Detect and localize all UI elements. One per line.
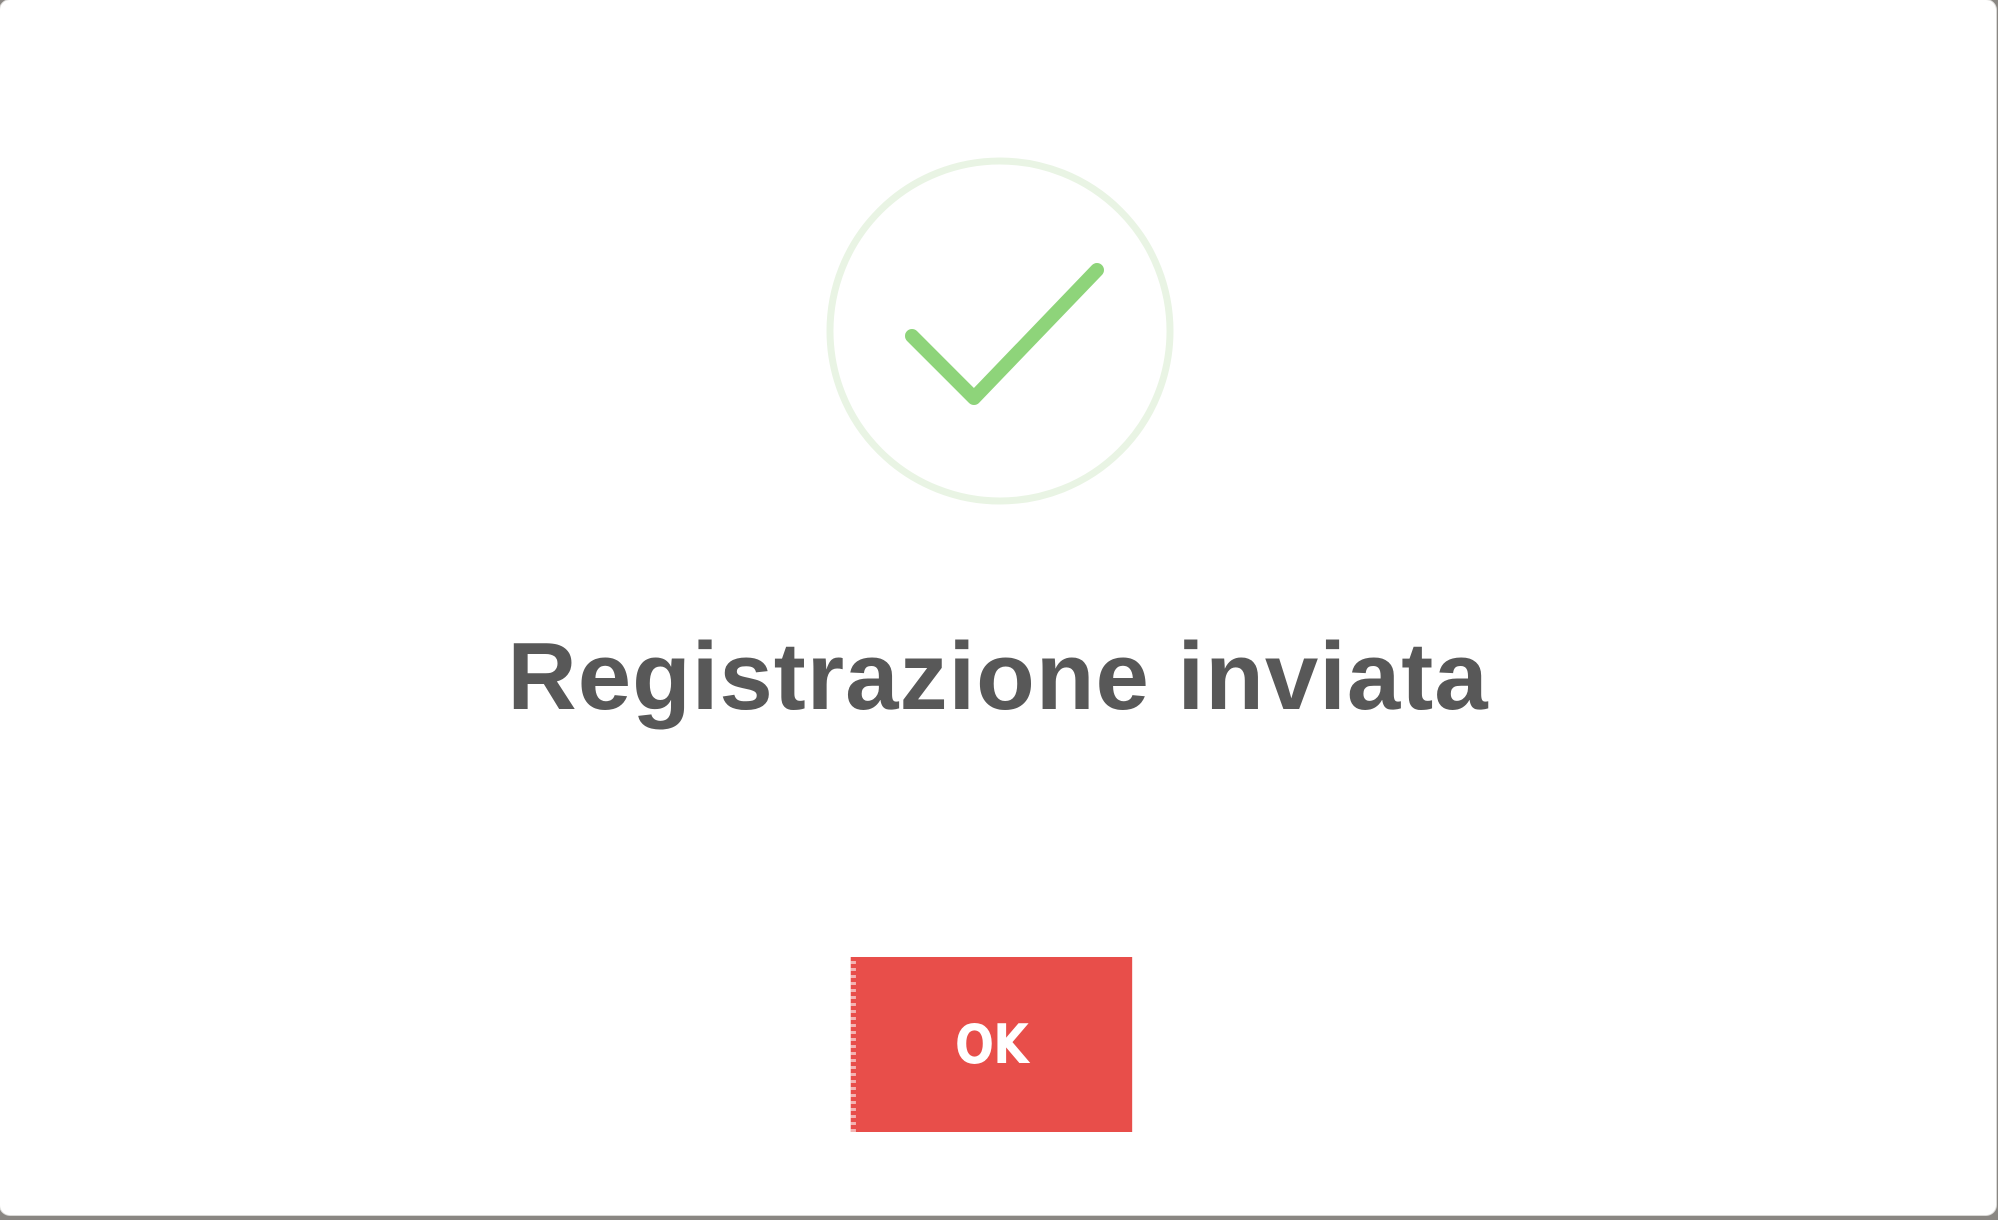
success-dialog: Registrazione inviata OK xyxy=(0,0,1996,1215)
success-checkmark-icon xyxy=(826,157,1174,505)
ok-button[interactable]: OK xyxy=(850,957,1133,1132)
dialog-title: Registrazione inviata xyxy=(507,623,1489,730)
